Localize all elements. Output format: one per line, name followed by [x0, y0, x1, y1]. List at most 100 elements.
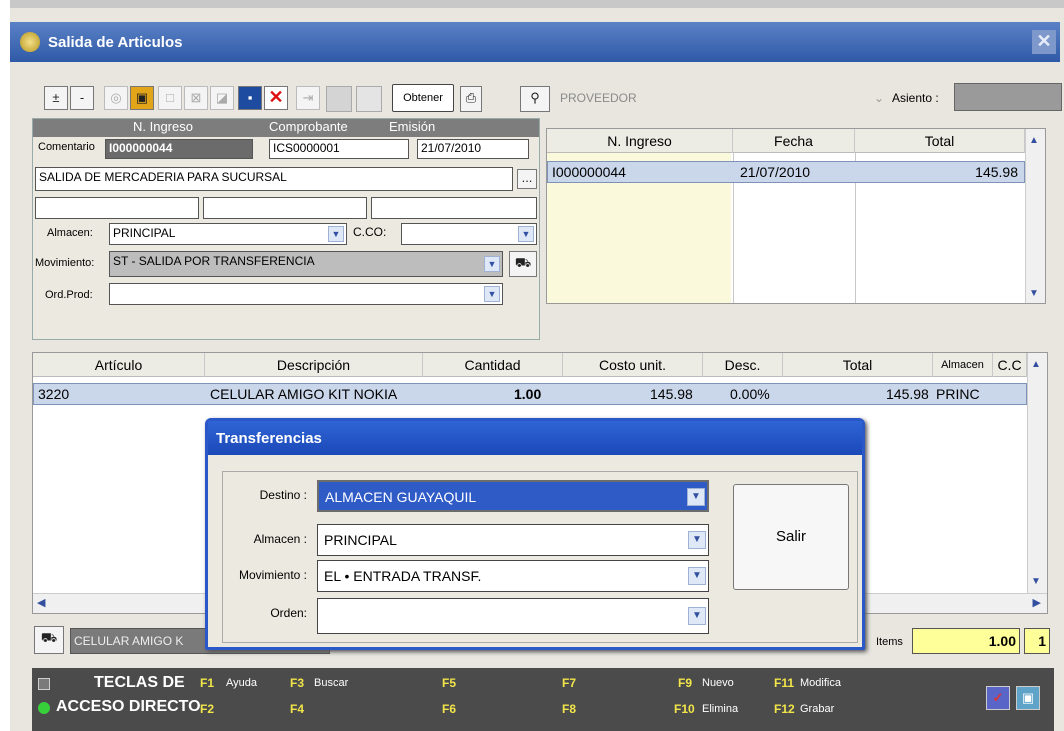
key-f10-label: Elimina — [702, 703, 739, 715]
chevron-down-icon: ▼ — [688, 531, 706, 549]
cancel-icon[interactable]: ✕ — [264, 86, 288, 110]
ccos-select[interactable]: ▼ — [401, 223, 537, 245]
add-row-icon[interactable]: ± — [44, 86, 68, 110]
cell-total: 145.98 — [975, 164, 1018, 180]
transferencias-dialog: Transferencias Destino : ALMACEN GUAYAQU… — [205, 418, 865, 650]
extra-field-1[interactable] — [35, 197, 199, 219]
key-f5: F5 — [442, 676, 457, 690]
grid-col-cantidad[interactable]: Cantidad — [423, 353, 563, 377]
items-label: Items — [876, 636, 903, 648]
n-ingreso-field: I000000044 — [105, 139, 253, 159]
table-row[interactable]: 3220 CELULAR AMIGO KIT NOKIA 1.00 145.98… — [33, 383, 1027, 405]
cell-n-ingreso: I000000044 — [552, 164, 626, 180]
grid-col-cc[interactable]: C.C — [993, 353, 1027, 377]
grid-col-total[interactable]: Total — [855, 129, 1025, 153]
key-f3: F3 — [290, 676, 305, 690]
shortcut-title-1: TECLAS DE — [94, 674, 185, 691]
grid-col-desc[interactable]: Desc. — [703, 353, 783, 377]
descripcion-field[interactable]: SALIDA DE MERCADERIA PARA SUCURSAL — [35, 167, 513, 191]
binoculars-icon[interactable]: ◎ — [104, 86, 128, 110]
extra-field-2[interactable] — [203, 197, 367, 219]
grid-col-descripcion[interactable]: Descripción — [205, 353, 423, 377]
cell-total: 145.98 — [886, 386, 929, 402]
save-icon[interactable]: ▪ — [238, 86, 262, 110]
truck-icon[interactable]: ⛟ — [34, 626, 64, 654]
key-f11-label: Modifica — [800, 677, 841, 689]
movimiento-label: Movimiento: — [35, 257, 95, 269]
obtener-button[interactable]: Obtener — [392, 84, 454, 112]
orden-select[interactable]: ▼ — [317, 598, 709, 634]
close-button[interactable]: ✕ — [1032, 30, 1056, 54]
cell-fecha: 21/07/2010 — [740, 164, 811, 180]
ccos-label: C.CO: — [353, 225, 387, 239]
almacen-select[interactable]: PRINCIPAL ▼ — [109, 223, 347, 245]
key-f9-label: Nuevo — [702, 677, 734, 689]
supplier-search-icon[interactable]: ⚲ — [520, 86, 550, 112]
cell-almacen: PRINC — [936, 386, 980, 402]
chevron-right-icon[interactable]: ▶ — [1033, 596, 1041, 609]
chevron-down-icon[interactable]: ▼ — [1031, 576, 1041, 587]
delete-doc-icon[interactable]: ⊠ — [184, 86, 208, 110]
status-light-on — [38, 702, 50, 714]
vertical-scrollbar[interactable]: ▲ ▼ — [1025, 129, 1045, 303]
header-form: N. Ingreso Comprobante Emisión Comentari… — [32, 118, 540, 340]
dlg-movimiento-select[interactable]: EL • ENTRADA TRANSF. ▼ — [317, 560, 709, 592]
truck-icon[interactable]: ⛟ — [509, 251, 537, 277]
grid-col-n-ingreso[interactable]: N. Ingreso — [547, 129, 733, 153]
items-grid-header: Artículo Descripción Cantidad Costo unit… — [33, 353, 1047, 377]
cell-descripcion: CELULAR AMIGO KIT NOKIA — [210, 386, 398, 402]
asiento-field[interactable] — [954, 83, 1062, 111]
chevron-down-icon: ▼ — [688, 567, 706, 585]
key-f7: F7 — [562, 676, 577, 690]
dlg-almacen-label: Almacen : — [253, 532, 307, 546]
exit-icon[interactable]: ⇥ — [296, 86, 320, 110]
emision-field[interactable]: 21/07/2010 — [417, 139, 529, 159]
grid-col-articulo[interactable]: Artículo — [33, 353, 205, 377]
salir-button[interactable]: Salir — [733, 484, 849, 590]
grid-col-costo[interactable]: Costo unit. — [563, 353, 703, 377]
cell-cantidad: 1.00 — [514, 386, 542, 402]
dialog-frame: Destino : ALMACEN GUAYAQUIL ▼ Almacen : … — [222, 471, 858, 643]
save-disk-icon[interactable]: ▣ — [1016, 686, 1040, 710]
proveedor-select[interactable]: PROVEEDOR ⌄ — [560, 84, 890, 112]
disabled-button — [326, 86, 352, 112]
key-f8: F8 — [562, 702, 577, 716]
empty-box — [356, 86, 382, 112]
shortcut-bar: TECLAS DE ACCESO DIRECTO F1 Ayuda F2 F3 … — [32, 668, 1054, 731]
destino-select[interactable]: ALMACEN GUAYAQUIL ▼ — [317, 480, 709, 512]
chevron-down-icon: ▼ — [518, 226, 534, 242]
print-preview-icon[interactable]: ⎙ — [460, 86, 482, 112]
dlg-almacen-select[interactable]: PRINCIPAL ▼ — [317, 524, 709, 556]
grid-col-almacen[interactable]: Almacen — [933, 353, 993, 377]
shortcut-title-2: ACCESO DIRECTO — [56, 698, 201, 715]
grid-col-total[interactable]: Total — [783, 353, 933, 377]
chevron-down-icon: ⌄ — [873, 91, 884, 105]
chevron-down-icon[interactable]: ▼ — [1029, 288, 1039, 299]
grid-col-fecha[interactable]: Fecha — [733, 129, 855, 153]
ingresos-grid-header: N. Ingreso Fecha Total — [547, 129, 1045, 153]
new-doc-icon[interactable]: □ — [158, 86, 182, 110]
chevron-down-icon: ▼ — [328, 226, 344, 242]
dlg-movimiento-label: Movimiento : — [238, 568, 307, 582]
chevron-up-icon[interactable]: ▲ — [1029, 135, 1039, 146]
remove-row-icon[interactable]: - — [70, 86, 94, 110]
edit-doc-icon[interactable]: ◪ — [210, 86, 234, 110]
extra-field-3[interactable] — [371, 197, 537, 219]
ordprod-select[interactable]: ▼ — [109, 283, 503, 305]
folder-icon[interactable]: ▣ — [130, 86, 154, 110]
destino-label: Destino : — [259, 488, 307, 502]
comprobante-field[interactable]: ICS0000001 — [269, 139, 409, 159]
movimiento-select[interactable]: ST - SALIDA POR TRANSFERENCIA ▼ — [109, 251, 503, 277]
toolbar: ± - ◎ ▣ □ ⊠ ◪ ▪ ✕ ⇥ Obtener ⎙ ⚲ PROVEEDO… — [20, 70, 1062, 112]
chevron-left-icon[interactable]: ◀ — [37, 596, 45, 609]
ellipsis-button[interactable]: ... — [517, 169, 537, 189]
key-f12: F12 — [774, 702, 795, 716]
table-row[interactable]: I000000044 21/07/2010 145.98 — [547, 161, 1025, 183]
chevron-up-icon[interactable]: ▲ — [1031, 359, 1041, 370]
items-count-field: 1 — [1024, 628, 1050, 654]
vertical-scrollbar[interactable]: ▲ ▼ — [1027, 353, 1047, 593]
help-book-icon[interactable]: ✓ — [986, 686, 1010, 710]
dialog-title: Transferencias — [208, 421, 862, 455]
key-f1: F1 — [200, 676, 215, 690]
col-emision: Emisión — [389, 119, 436, 134]
